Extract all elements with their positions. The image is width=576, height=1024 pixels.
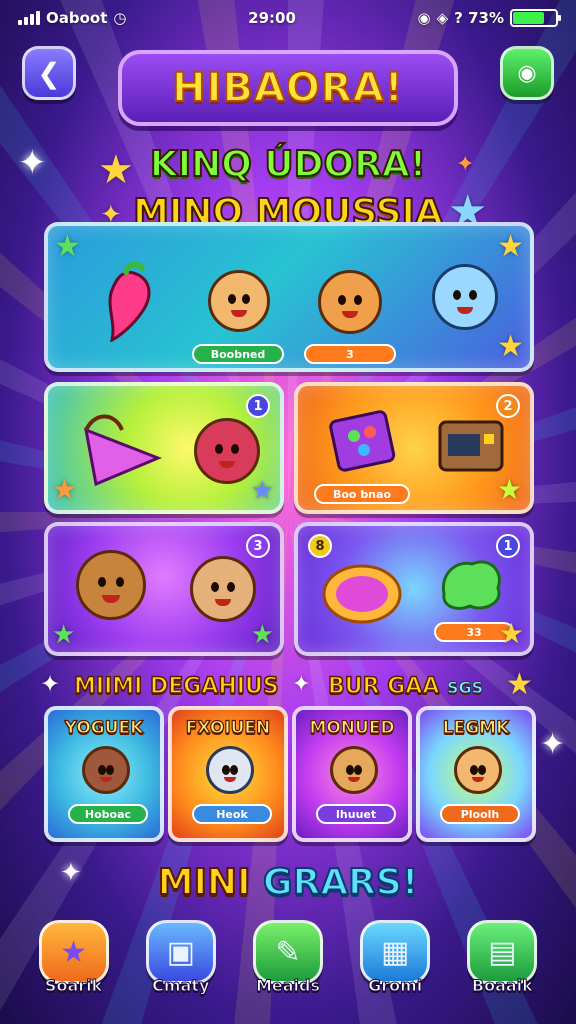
- nav-label: Boaaik: [471, 976, 533, 996]
- star-icon: ★: [52, 620, 76, 650]
- mini-card-2[interactable]: FXOIUEN Heok: [168, 706, 288, 842]
- nav-item-cards[interactable]: ▣ Cmaty: [138, 920, 224, 996]
- mini-card-1[interactable]: YOGUEK Hoboac: [44, 706, 164, 842]
- book-icon: ▤: [467, 920, 538, 984]
- subtitle-line1: KINQ ÚDORA!: [149, 143, 427, 186]
- nav-item-grid[interactable]: ▦ Gromi: [352, 920, 438, 996]
- star-icon: ★: [506, 667, 533, 702]
- chest-icon: [438, 420, 504, 472]
- star-icon: ★: [98, 147, 134, 193]
- back-button[interactable]: ❮: [22, 46, 76, 100]
- game-card-4[interactable]: 8 1 33 ★: [294, 522, 534, 656]
- mini-games-title-word2: GRARS!: [262, 861, 419, 904]
- star-icon: ✦: [292, 672, 311, 697]
- nav-label: Meaids: [255, 976, 320, 996]
- character-hatted: [190, 556, 256, 622]
- wifi-icon: ◈: [436, 9, 449, 27]
- chili-icon: [108, 262, 151, 342]
- nav-item-search[interactable]: ★ Soarik: [31, 920, 117, 996]
- card-icon: ▣: [145, 920, 216, 984]
- chat-icon: ◉: [517, 60, 537, 86]
- section-title-right-main: BUR GAA: [327, 673, 440, 700]
- featured-count-pill: 3: [304, 344, 396, 364]
- nav-label: Cmaty: [152, 976, 210, 996]
- star-icon: ★: [250, 620, 274, 650]
- nav-label: Gromi: [368, 976, 423, 996]
- section-title-left: MIIMI DEGAHIUS: [73, 673, 279, 700]
- map-icon: ✎: [252, 920, 323, 984]
- star-icon: ★: [497, 229, 524, 264]
- mini-card-title: YOGUEK: [64, 717, 144, 738]
- section-title-right-small: SGS: [447, 678, 484, 698]
- star-icon: ★: [52, 473, 78, 506]
- title-banner: HIBAORA!: [118, 50, 458, 126]
- character-monster: [194, 418, 260, 484]
- star-icon: ✦: [456, 152, 475, 177]
- carrier-text: Oaboot: [46, 9, 108, 27]
- character-face: [330, 746, 378, 794]
- status-time: 29:00: [248, 9, 296, 27]
- character-face: [206, 746, 254, 794]
- battery-icon: [510, 9, 561, 27]
- mini-games-title: MINI GRARS!: [0, 861, 576, 904]
- character-bear: [318, 270, 382, 334]
- card-2-pill: Boo bnao: [314, 484, 410, 504]
- nav-item-maps[interactable]: ✎ Meaids: [245, 920, 331, 996]
- game-card-1[interactable]: 1 ★ ★: [44, 382, 284, 514]
- star-icon: ★: [250, 476, 274, 506]
- section-title-right: BUR GAA SGS: [327, 673, 484, 700]
- slime-icon: [441, 560, 501, 610]
- star-icon: ✦: [40, 670, 61, 698]
- chevron-left-icon: ❮: [37, 56, 61, 90]
- mini-card-button[interactable]: Heok: [192, 804, 272, 824]
- mini-card-title: FXOIUEN: [185, 717, 271, 738]
- signal-icon: [18, 11, 40, 25]
- star-icon: ★: [497, 329, 524, 364]
- grid-icon: ▦: [360, 920, 431, 984]
- mini-card-4[interactable]: LEGMK Ploolh: [416, 706, 536, 842]
- mini-card-title: MONUED: [309, 717, 395, 738]
- bottom-nav: ★ Soarik ▣ Cmaty ✎ Meaids ▦ Gromi ▤ Boaa…: [0, 920, 576, 1020]
- status-bar: Oaboot ◷ 29:00 ◉ ◈ ? 73%: [0, 0, 576, 36]
- character-face: [82, 746, 130, 794]
- character-blob: [432, 264, 498, 330]
- card-number-badge: 1: [246, 394, 270, 418]
- star-icon: ★: [496, 473, 522, 506]
- nav-item-book[interactable]: ▤ Boaaik: [459, 920, 545, 996]
- alarm-icon: ◉: [417, 9, 431, 27]
- card-number-badge: 3: [246, 534, 270, 558]
- mini-card-button[interactable]: Ploolh: [440, 804, 520, 824]
- sparkle-icon: ✦: [18, 143, 47, 183]
- battery-text: ? 73%: [454, 9, 504, 27]
- clock-icon: ◷: [113, 9, 127, 27]
- toy-box-icon: [329, 410, 396, 472]
- star-icon: ★: [38, 920, 109, 984]
- featured-status-pill: Boobned: [192, 344, 284, 364]
- gem-icon: [84, 414, 163, 487]
- chat-button[interactable]: ◉: [500, 46, 554, 100]
- star-icon: ★: [54, 229, 81, 264]
- mini-card-button[interactable]: Ihuuet: [316, 804, 396, 824]
- mini-card-title: LEGMK: [442, 717, 510, 738]
- character-cookie: [208, 270, 270, 332]
- nav-label: Soarik: [44, 976, 103, 996]
- page-title: HIBAORA!: [171, 64, 404, 112]
- sparkle-icon: ✦: [540, 727, 566, 762]
- character-bear: [76, 550, 146, 620]
- star-icon: ★: [498, 617, 524, 650]
- featured-panel[interactable]: ★ ★ ★ Boobned 3: [44, 222, 534, 372]
- candy-icon: [322, 564, 402, 624]
- game-card-2[interactable]: 2 Boo bnao ★: [294, 382, 534, 514]
- game-card-3[interactable]: 3 ★ ★: [44, 522, 284, 656]
- character-face: [454, 746, 502, 794]
- mini-card-3[interactable]: MONUED Ihuuet: [292, 706, 412, 842]
- mini-card-button[interactable]: Hoboac: [68, 804, 148, 824]
- mini-games-title-word1: MINI: [157, 861, 252, 904]
